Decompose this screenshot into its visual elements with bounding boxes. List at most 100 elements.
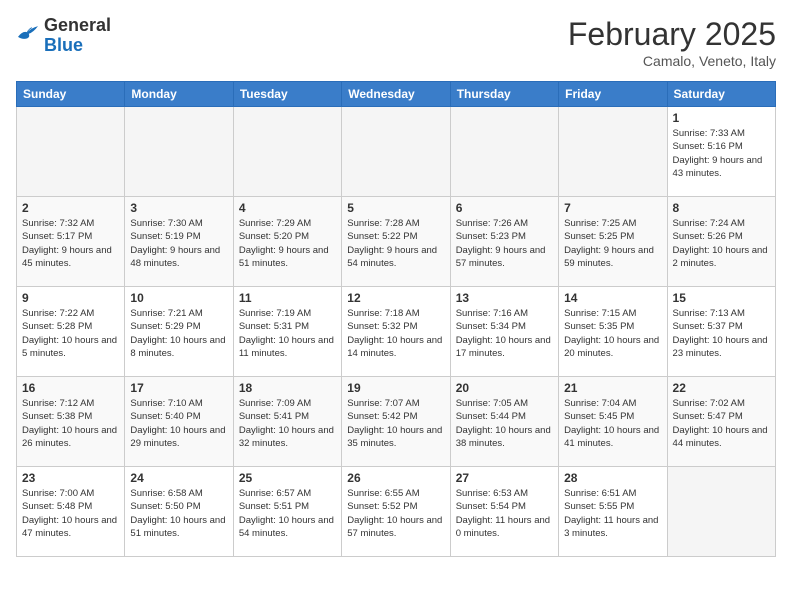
day-number: 9: [22, 291, 119, 305]
page-header: General Blue February 2025 Camalo, Venet…: [16, 16, 776, 69]
calendar-header-row: SundayMondayTuesdayWednesdayThursdayFrid…: [17, 82, 776, 107]
calendar-cell: 26 Sunrise: 6:55 AM Sunset: 5:52 PM Dayli…: [342, 467, 450, 557]
calendar-cell: 17Sunrise: 7:10 AM Sunset: 5:40 PM Dayli…: [125, 377, 233, 467]
calendar-cell: 27Sunrise: 6:53 AM Sunset: 5:54 PM Dayli…: [450, 467, 558, 557]
day-info: Sunrise: 6:55 AM Sunset: 5:52 PM Dayligh…: [347, 487, 444, 540]
day-info: Sunrise: 7:33 AM Sunset: 5:16 PM Dayligh…: [673, 127, 770, 180]
day-header-tuesday: Tuesday: [233, 82, 341, 107]
logo: General Blue: [16, 16, 111, 56]
calendar-cell: 28 Sunrise: 6:51 AM Sunset: 5:55 PM Dayli…: [559, 467, 667, 557]
day-number: 26: [347, 471, 444, 485]
calendar-title: February 2025: [568, 16, 776, 53]
day-info: Sunrise: 7:22 AM Sunset: 5:28 PM Dayligh…: [22, 307, 119, 360]
day-info: Sunrise: 7:02 AM Sunset: 5:47 PM Dayligh…: [673, 397, 770, 450]
day-number: 21: [564, 381, 661, 395]
calendar-cell: 19 Sunrise: 7:07 AM Sunset: 5:42 PM Dayli…: [342, 377, 450, 467]
day-info: Sunrise: 7:28 AM Sunset: 5:22 PM Dayligh…: [347, 217, 444, 270]
day-number: 15: [673, 291, 770, 305]
day-info: Sunrise: 7:24 AM Sunset: 5:26 PM Dayligh…: [673, 217, 770, 270]
day-number: 19: [347, 381, 444, 395]
day-info: Sunrise: 7:12 AM Sunset: 5:38 PM Dayligh…: [22, 397, 119, 450]
day-number: 4: [239, 201, 336, 215]
day-info: Sunrise: 7:30 AM Sunset: 5:19 PM Dayligh…: [130, 217, 227, 270]
day-header-monday: Monday: [125, 82, 233, 107]
day-number: 5: [347, 201, 444, 215]
day-header-wednesday: Wednesday: [342, 82, 450, 107]
calendar-cell: 3 Sunrise: 7:30 AM Sunset: 5:19 PM Daylig…: [125, 197, 233, 287]
calendar-cell: 2Sunrise: 7:32 AM Sunset: 5:17 PM Daylig…: [17, 197, 125, 287]
day-info: Sunrise: 7:05 AM Sunset: 5:44 PM Dayligh…: [456, 397, 553, 450]
day-number: 24: [130, 471, 227, 485]
day-info: Sunrise: 7:10 AM Sunset: 5:40 PM Dayligh…: [130, 397, 227, 450]
day-info: Sunrise: 7:25 AM Sunset: 5:25 PM Dayligh…: [564, 217, 661, 270]
calendar-cell: 8 Sunrise: 7:24 AM Sunset: 5:26 PM Daylig…: [667, 197, 775, 287]
day-info: Sunrise: 7:16 AM Sunset: 5:34 PM Dayligh…: [456, 307, 553, 360]
day-info: Sunrise: 6:51 AM Sunset: 5:55 PM Dayligh…: [564, 487, 661, 540]
day-info: Sunrise: 7:15 AM Sunset: 5:35 PM Dayligh…: [564, 307, 661, 360]
day-info: Sunrise: 7:26 AM Sunset: 5:23 PM Dayligh…: [456, 217, 553, 270]
day-number: 14: [564, 291, 661, 305]
day-number: 27: [456, 471, 553, 485]
day-number: 16: [22, 381, 119, 395]
day-number: 25: [239, 471, 336, 485]
day-number: 7: [564, 201, 661, 215]
calendar-cell: [125, 107, 233, 197]
calendar-cell: [233, 107, 341, 197]
calendar-cell: 11 Sunrise: 7:19 AM Sunset: 5:31 PM Dayli…: [233, 287, 341, 377]
day-number: 20: [456, 381, 553, 395]
calendar-cell: 23 Sunrise: 7:00 AM Sunset: 5:48 PM Dayli…: [17, 467, 125, 557]
day-number: 6: [456, 201, 553, 215]
logo-icon: [16, 23, 40, 48]
calendar-cell: 21 Sunrise: 7:04 AM Sunset: 5:45 PM Dayli…: [559, 377, 667, 467]
day-number: 22: [673, 381, 770, 395]
calendar-cell: 10Sunrise: 7:21 AM Sunset: 5:29 PM Dayli…: [125, 287, 233, 377]
calendar-week-row: 9 Sunrise: 7:22 AM Sunset: 5:28 PM Daylig…: [17, 287, 776, 377]
calendar-cell: 4 Sunrise: 7:29 AM Sunset: 5:20 PM Daylig…: [233, 197, 341, 287]
day-info: Sunrise: 7:00 AM Sunset: 5:48 PM Dayligh…: [22, 487, 119, 540]
day-number: 23: [22, 471, 119, 485]
calendar-cell: 13 Sunrise: 7:16 AM Sunset: 5:34 PM Dayli…: [450, 287, 558, 377]
logo-general-text: General: [44, 16, 111, 36]
calendar-cell: 25 Sunrise: 6:57 AM Sunset: 5:51 PM Dayli…: [233, 467, 341, 557]
day-number: 10: [130, 291, 227, 305]
calendar-week-row: 2Sunrise: 7:32 AM Sunset: 5:17 PM Daylig…: [17, 197, 776, 287]
day-number: 8: [673, 201, 770, 215]
day-info: Sunrise: 6:57 AM Sunset: 5:51 PM Dayligh…: [239, 487, 336, 540]
day-header-sunday: Sunday: [17, 82, 125, 107]
calendar-cell: 5 Sunrise: 7:28 AM Sunset: 5:22 PM Daylig…: [342, 197, 450, 287]
day-number: 13: [456, 291, 553, 305]
day-info: Sunrise: 7:07 AM Sunset: 5:42 PM Dayligh…: [347, 397, 444, 450]
day-info: Sunrise: 6:58 AM Sunset: 5:50 PM Dayligh…: [130, 487, 227, 540]
day-info: Sunrise: 7:04 AM Sunset: 5:45 PM Dayligh…: [564, 397, 661, 450]
day-number: 2: [22, 201, 119, 215]
day-number: 28: [564, 471, 661, 485]
calendar-cell: [342, 107, 450, 197]
day-number: 3: [130, 201, 227, 215]
calendar-subtitle: Camalo, Veneto, Italy: [568, 53, 776, 69]
calendar-table: SundayMondayTuesdayWednesdayThursdayFrid…: [16, 81, 776, 557]
calendar-cell: 12 Sunrise: 7:18 AM Sunset: 5:32 PM Dayli…: [342, 287, 450, 377]
day-number: 18: [239, 381, 336, 395]
title-block: February 2025 Camalo, Veneto, Italy: [568, 16, 776, 69]
calendar-cell: [450, 107, 558, 197]
day-info: Sunrise: 7:09 AM Sunset: 5:41 PM Dayligh…: [239, 397, 336, 450]
day-info: Sunrise: 7:13 AM Sunset: 5:37 PM Dayligh…: [673, 307, 770, 360]
calendar-cell: 24 Sunrise: 6:58 AM Sunset: 5:50 PM Dayli…: [125, 467, 233, 557]
calendar-cell: [559, 107, 667, 197]
day-info: Sunrise: 7:19 AM Sunset: 5:31 PM Dayligh…: [239, 307, 336, 360]
day-number: 12: [347, 291, 444, 305]
day-info: Sunrise: 7:18 AM Sunset: 5:32 PM Dayligh…: [347, 307, 444, 360]
day-info: Sunrise: 7:29 AM Sunset: 5:20 PM Dayligh…: [239, 217, 336, 270]
calendar-cell: 22 Sunrise: 7:02 AM Sunset: 5:47 PM Dayli…: [667, 377, 775, 467]
calendar-cell: 1 Sunrise: 7:33 AM Sunset: 5:16 PM Daylig…: [667, 107, 775, 197]
calendar-cell: 15 Sunrise: 7:13 AM Sunset: 5:37 PM Dayli…: [667, 287, 775, 377]
calendar-cell: [667, 467, 775, 557]
day-number: 1: [673, 111, 770, 125]
calendar-week-row: 23 Sunrise: 7:00 AM Sunset: 5:48 PM Dayli…: [17, 467, 776, 557]
day-header-friday: Friday: [559, 82, 667, 107]
calendar-week-row: 1 Sunrise: 7:33 AM Sunset: 5:16 PM Daylig…: [17, 107, 776, 197]
day-number: 11: [239, 291, 336, 305]
calendar-week-row: 16 Sunrise: 7:12 AM Sunset: 5:38 PM Dayli…: [17, 377, 776, 467]
day-header-saturday: Saturday: [667, 82, 775, 107]
calendar-cell: 16 Sunrise: 7:12 AM Sunset: 5:38 PM Dayli…: [17, 377, 125, 467]
